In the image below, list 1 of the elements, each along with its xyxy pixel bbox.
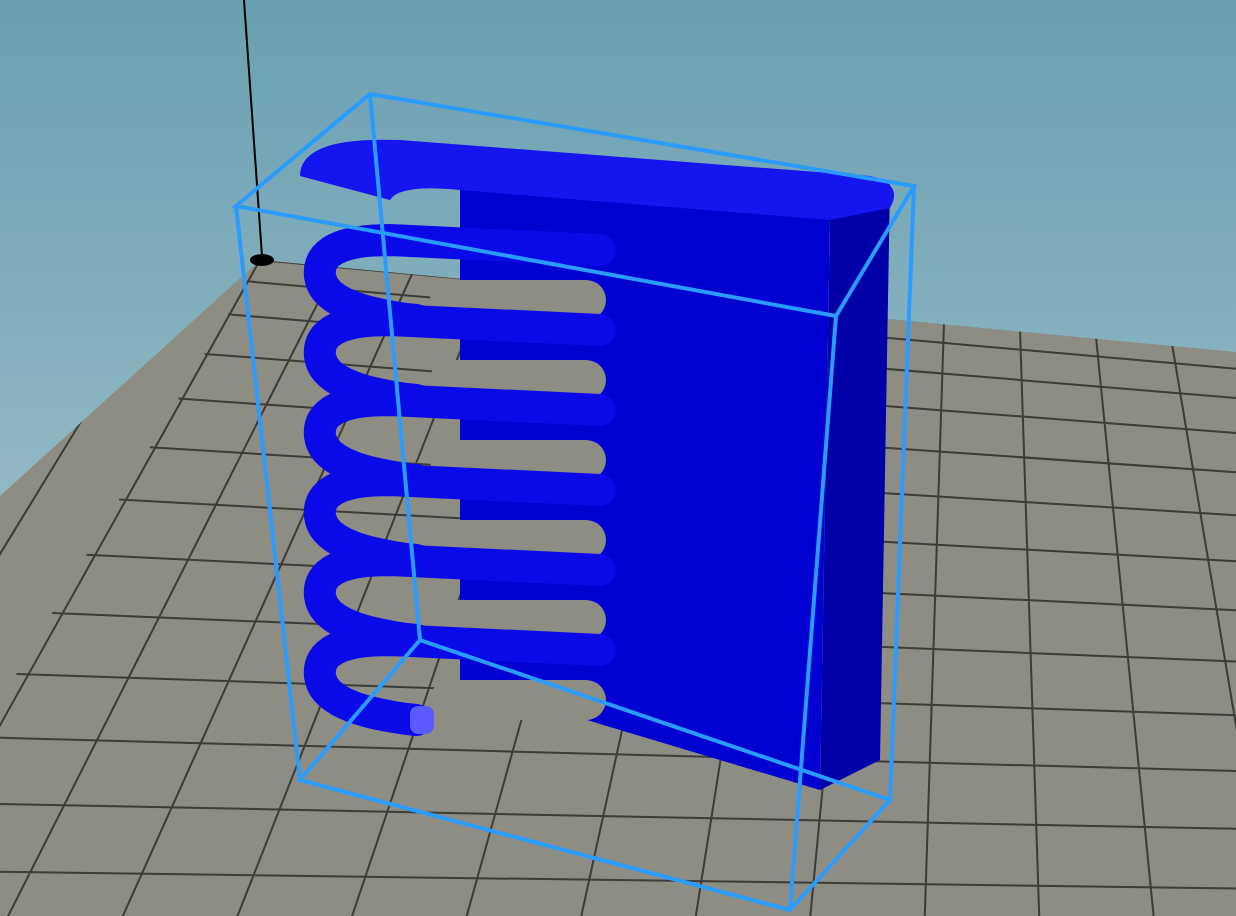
3d-viewport[interactable]	[0, 0, 1236, 916]
